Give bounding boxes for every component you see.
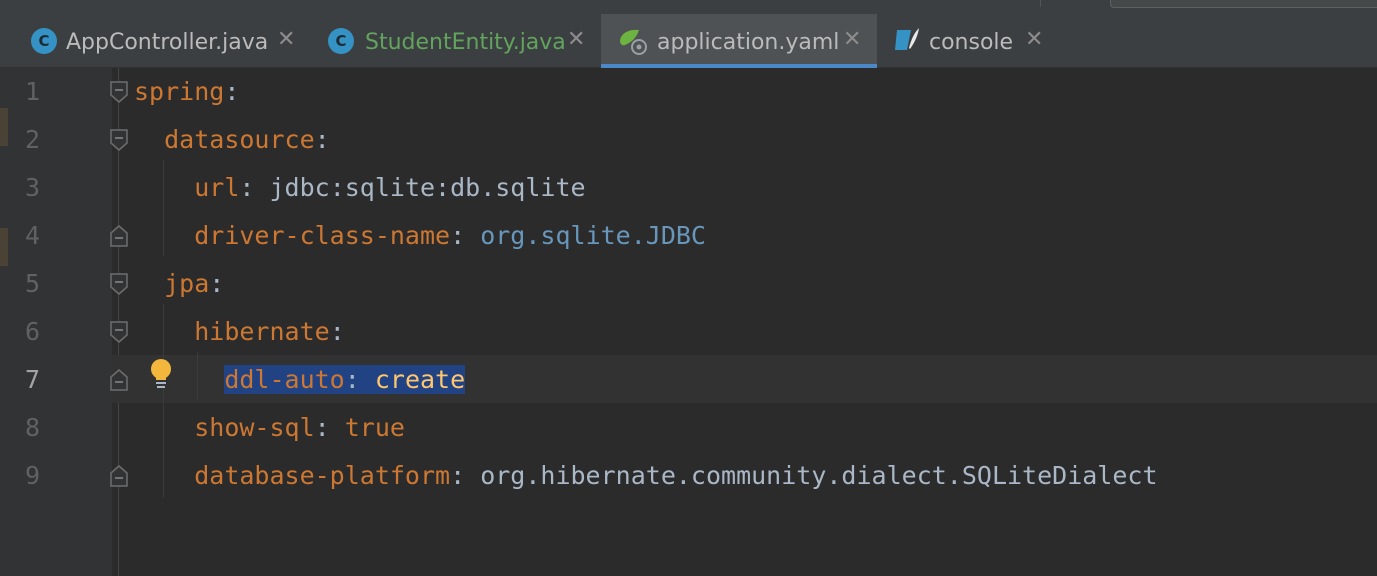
- code-line: database-platform: org.hibernate.communi…: [194, 461, 1158, 490]
- code-line: show-sql: true: [194, 413, 405, 442]
- fold-end-icon[interactable]: [109, 225, 129, 247]
- line-number: 2: [24, 125, 40, 154]
- code-editor[interactable]: 1 2 3 4 5 6 7 8 9 spring: datasource: ur…: [0, 68, 1377, 576]
- code-line: datasource:: [164, 125, 330, 154]
- toolbar-divider: [1040, 0, 1041, 7]
- close-icon[interactable]: ✕: [277, 28, 295, 52]
- tab-label: StudentEntity.java: [365, 30, 566, 55]
- close-icon[interactable]: ✕: [1025, 28, 1043, 52]
- fold-collapse-icon[interactable]: [109, 81, 129, 103]
- close-icon[interactable]: ✕: [567, 28, 585, 52]
- fold-end-icon[interactable]: [109, 369, 129, 391]
- spring-config-icon: [620, 29, 647, 55]
- line-number: 9: [24, 461, 40, 490]
- run-config-selector[interactable]: [1110, 0, 1377, 8]
- tab-label: console: [929, 30, 1014, 55]
- top-toolbar-strip: [0, 0, 1377, 14]
- close-icon[interactable]: ✕: [843, 28, 861, 52]
- fold-collapse-icon[interactable]: [109, 129, 129, 151]
- line-number: 1: [24, 77, 40, 106]
- editor-tab-bar: C AppController.java ✕ C StudentEntity.j…: [0, 14, 1377, 68]
- tab-appcontroller[interactable]: C AppController.java ✕: [14, 14, 311, 68]
- fold-collapse-icon[interactable]: [109, 321, 129, 343]
- java-class-icon: C: [31, 28, 57, 54]
- code-line-current: ddl-auto: create: [134, 356, 466, 404]
- tab-label: AppController.java: [66, 30, 269, 55]
- sql-console-icon: [895, 28, 919, 50]
- code-line: jpa:: [164, 269, 225, 298]
- tab-application-yaml[interactable]: application.yaml ✕: [601, 14, 877, 68]
- line-number: 8: [24, 413, 40, 442]
- text-selection: ddl-auto: create: [224, 365, 466, 394]
- tab-studententity[interactable]: C StudentEntity.java ✕: [311, 14, 601, 68]
- line-number: 4: [24, 221, 40, 250]
- code-line: hibernate:: [194, 317, 345, 346]
- line-number: 5: [24, 269, 40, 298]
- code-line: spring:: [134, 77, 240, 106]
- code-line: url: jdbc:sqlite:db.sqlite: [194, 173, 586, 202]
- java-class-icon: C: [328, 28, 354, 54]
- code-line: driver-class-name: org.sqlite.JDBC: [194, 221, 706, 250]
- fold-collapse-icon[interactable]: [109, 273, 129, 295]
- line-number: 3: [24, 173, 40, 202]
- line-number: 7: [24, 365, 40, 394]
- line-number: 6: [24, 317, 40, 346]
- fold-end-icon[interactable]: [109, 465, 129, 487]
- tab-label: application.yaml: [657, 30, 840, 55]
- tab-console[interactable]: console ✕: [877, 14, 1057, 68]
